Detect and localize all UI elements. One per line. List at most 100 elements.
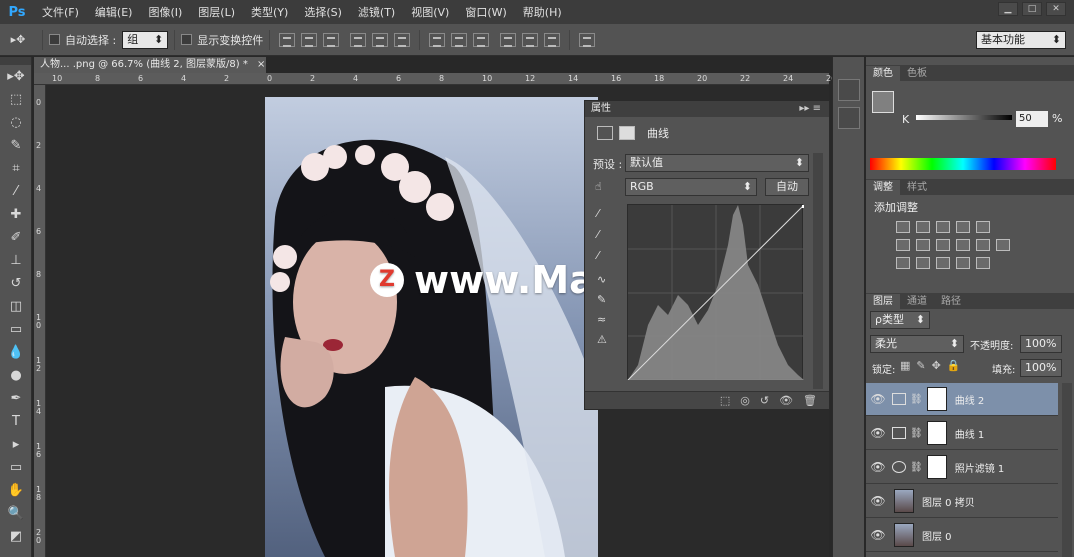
menu-filter[interactable]: 滤镜(T) bbox=[350, 4, 403, 20]
workspace-dropdown[interactable]: 基本功能 ⬍ bbox=[976, 31, 1066, 49]
align-right-icon[interactable] bbox=[394, 32, 411, 47]
distribute-hcenter-icon[interactable] bbox=[522, 32, 539, 47]
color-lookup-icon[interactable] bbox=[996, 239, 1010, 251]
layer-name[interactable]: 曲线 1 bbox=[955, 426, 985, 441]
layer-name[interactable]: 图层 0 拷贝 bbox=[922, 494, 975, 509]
threshold-icon[interactable] bbox=[936, 257, 950, 269]
edit-points-icon[interactable]: ∿ bbox=[597, 273, 611, 287]
tab-color[interactable]: 颜色 bbox=[866, 66, 900, 81]
gradient-map-icon[interactable] bbox=[956, 257, 970, 269]
lasso-tool-icon[interactable]: ◌ bbox=[0, 111, 32, 134]
invert-icon[interactable] bbox=[896, 257, 910, 269]
black-white-icon[interactable] bbox=[936, 239, 950, 251]
eye-icon[interactable]: 👁 bbox=[866, 494, 890, 508]
color-swatches-icon[interactable]: ◩ bbox=[0, 525, 32, 548]
shape-tool-icon[interactable]: ▭ bbox=[0, 456, 32, 479]
visibility-icon[interactable]: 👁 bbox=[779, 394, 793, 407]
menu-file[interactable]: 文件(F) bbox=[34, 4, 87, 20]
hue-saturation-icon[interactable] bbox=[896, 239, 910, 251]
curves-adjust-icon[interactable] bbox=[597, 126, 613, 140]
align-vcenter-icon[interactable] bbox=[301, 32, 318, 47]
document-image[interactable] bbox=[265, 97, 598, 557]
blur-tool-icon[interactable]: 💧 bbox=[0, 341, 32, 364]
document-tab[interactable]: 人物... .png @ 66.7% (曲线 2, 图层蒙版/8) * × bbox=[34, 57, 266, 73]
black-point-eyedropper-icon[interactable]: ⁄ bbox=[597, 207, 611, 221]
lock-icons[interactable]: ▦✎✥🔒 bbox=[900, 359, 967, 372]
eraser-tool-icon[interactable]: ◫ bbox=[0, 295, 32, 318]
history-icon[interactable] bbox=[837, 79, 860, 101]
clip-to-layer-icon[interactable]: ⬚ bbox=[720, 394, 730, 407]
channel-mixer-icon[interactable] bbox=[976, 239, 990, 251]
layers-scrollbar[interactable] bbox=[1062, 383, 1072, 557]
menu-image[interactable]: 图像(I) bbox=[140, 4, 190, 20]
brush-tool-icon[interactable]: ✐ bbox=[0, 226, 32, 249]
opacity-field[interactable]: 100% bbox=[1020, 335, 1062, 353]
distribute-top-icon[interactable] bbox=[429, 32, 446, 47]
eye-icon[interactable]: 👁 bbox=[866, 460, 890, 474]
tab-adjustments[interactable]: 调整 bbox=[866, 180, 900, 195]
menu-help[interactable]: 帮助(H) bbox=[515, 4, 570, 20]
menu-edit[interactable]: 编辑(E) bbox=[87, 4, 141, 20]
quick-select-tool-icon[interactable]: ✎ bbox=[0, 134, 32, 157]
white-point-eyedropper-icon[interactable]: ⁄ bbox=[597, 249, 611, 263]
align-left-icon[interactable] bbox=[350, 32, 367, 47]
type-tool-icon[interactable]: T bbox=[0, 410, 32, 433]
menu-select[interactable]: 选择(S) bbox=[296, 4, 350, 20]
dodge-tool-icon[interactable]: ● bbox=[0, 364, 32, 387]
hand-tool-icon[interactable]: ✋ bbox=[0, 479, 32, 502]
show-transform-checkbox[interactable] bbox=[181, 34, 193, 45]
blend-mode-dropdown[interactable]: 柔光 ⬍ bbox=[870, 335, 964, 353]
marquee-tool-icon[interactable]: ⬚ bbox=[0, 88, 32, 111]
vibrance-icon[interactable] bbox=[976, 221, 990, 233]
layer-name[interactable]: 图层 0 bbox=[922, 528, 952, 543]
layer-name[interactable]: 曲线 2 bbox=[955, 392, 985, 407]
eyedropper-tool-icon[interactable]: ⁄ bbox=[0, 180, 32, 203]
color-balance-icon[interactable] bbox=[916, 239, 930, 251]
menu-type[interactable]: 类型(Y) bbox=[243, 4, 296, 20]
layer-row[interactable]: 👁 ⛓ 曲线 2 bbox=[866, 383, 1058, 416]
distribute-left-icon[interactable] bbox=[500, 32, 517, 47]
channel-dropdown[interactable]: RGB ⬍ bbox=[625, 178, 757, 196]
layer-thumbnail[interactable] bbox=[894, 489, 914, 513]
layer-mask-thumbnail[interactable] bbox=[926, 455, 947, 479]
foreground-color[interactable] bbox=[872, 91, 894, 113]
tab-channels[interactable]: 通道 bbox=[900, 294, 934, 309]
zoom-tool-icon[interactable]: 🔍 bbox=[0, 502, 32, 525]
path-select-tool-icon[interactable]: ▸ bbox=[0, 433, 32, 456]
auto-select-checkbox[interactable] bbox=[49, 34, 60, 45]
maximize-icon[interactable]: □ bbox=[1022, 2, 1042, 16]
color-spectrum[interactable] bbox=[870, 158, 1056, 170]
gradient-tool-icon[interactable]: ▭ bbox=[0, 318, 32, 341]
link-icon[interactable]: ⛓ bbox=[910, 462, 923, 473]
brightness-icon[interactable] bbox=[896, 221, 910, 233]
curves-icon[interactable] bbox=[936, 221, 950, 233]
target-adjust-icon[interactable]: ☝ bbox=[595, 180, 602, 193]
levels-icon[interactable] bbox=[916, 221, 930, 233]
menu-layer[interactable]: 图层(L) bbox=[190, 4, 243, 20]
eye-icon[interactable]: 👁 bbox=[866, 392, 890, 406]
photo-filter-icon[interactable] bbox=[956, 239, 970, 251]
align-bottom-icon[interactable] bbox=[323, 32, 340, 47]
delete-icon[interactable]: 🗑 bbox=[803, 394, 817, 407]
distribute-bottom-icon[interactable] bbox=[473, 32, 490, 47]
draw-curve-icon[interactable]: ✎ bbox=[597, 293, 611, 307]
view-previous-icon[interactable]: ◎ bbox=[740, 394, 750, 407]
auto-align-icon[interactable] bbox=[579, 32, 596, 47]
pen-tool-icon[interactable]: ✒ bbox=[0, 387, 32, 410]
exposure-icon[interactable] bbox=[956, 221, 970, 233]
stamp-tool-icon[interactable]: ⊥ bbox=[0, 249, 32, 272]
layer-row[interactable]: 👁 ⛓ 照片滤镜 1 bbox=[866, 451, 1058, 484]
fill-field[interactable]: 100% bbox=[1020, 359, 1062, 377]
k-slider[interactable] bbox=[916, 115, 1012, 120]
properties-tab[interactable]: 属性 bbox=[591, 103, 611, 114]
auto-select-dropdown[interactable]: 组 ⬍ bbox=[122, 30, 169, 49]
curves-graph[interactable] bbox=[627, 204, 805, 381]
link-icon[interactable]: ⛓ bbox=[910, 428, 923, 439]
tab-paths[interactable]: 路径 bbox=[934, 294, 968, 309]
distribute-vcenter-icon[interactable] bbox=[451, 32, 468, 47]
move-tool-icon[interactable]: ▸✥ bbox=[0, 33, 36, 46]
k-value-field[interactable]: 50 bbox=[1016, 111, 1048, 127]
layer-filter-dropdown[interactable]: ρ类型 ⬍ bbox=[870, 311, 930, 329]
close-icon[interactable]: ✕ bbox=[1046, 2, 1066, 16]
gray-point-eyedropper-icon[interactable]: ⁄ bbox=[597, 228, 611, 242]
